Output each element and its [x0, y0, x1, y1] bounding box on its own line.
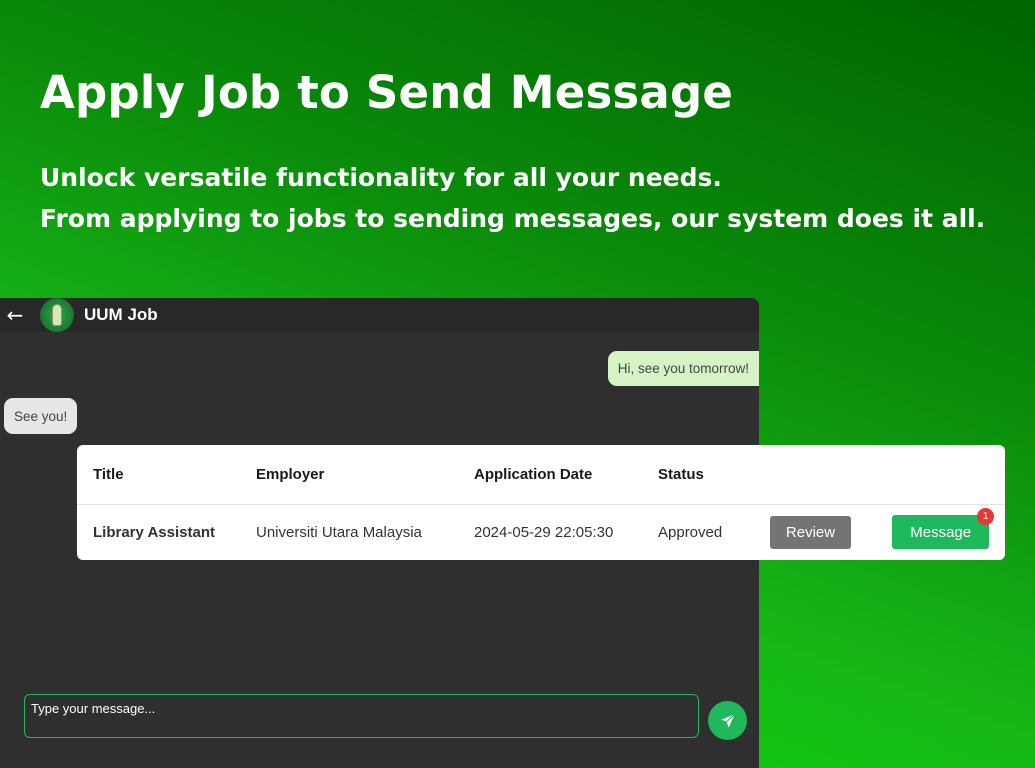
chat-header: ← UUM Job	[0, 298, 759, 332]
review-button[interactable]: Review	[770, 515, 851, 549]
message-bubble-sent: Hi, see you tomorrow!	[607, 351, 759, 386]
job-title-cell: Library Assistant	[93, 523, 215, 541]
unread-count-badge: 1	[977, 508, 995, 526]
column-header-title: Title	[77, 445, 256, 505]
table-header-row: Title Employer Application Date Status	[77, 445, 1005, 505]
message-bubble-received: See you!	[4, 398, 78, 434]
message-button[interactable]: Message	[892, 515, 990, 550]
uum-logo	[40, 298, 74, 332]
arrow-left-icon[interactable]: ←	[0, 298, 30, 332]
send-button[interactable]	[708, 701, 747, 740]
application-date-cell: 2024-05-29 22:05:30	[474, 523, 614, 541]
hero-subtitle-line-2: From applying to jobs to sending message…	[40, 204, 986, 233]
application-table-card: Title Employer Application Date Status L…	[77, 445, 1005, 560]
app-name: UUM Job	[84, 305, 158, 324]
employer-cell: Universiti Utara Malaysia	[256, 523, 422, 541]
message-input[interactable]	[24, 694, 699, 738]
column-header-employer: Employer	[256, 445, 474, 505]
hero-title: Apply Job to Send Message	[40, 66, 734, 119]
hero-subtitle-line-1: Unlock versatile functionality for all y…	[40, 163, 722, 192]
status-cell: Approved	[658, 523, 723, 541]
table-row: Library Assistant Universiti Utara Malay…	[77, 504, 1005, 560]
actions-cell: Review Message 1	[770, 504, 1005, 560]
logo-emblem	[52, 304, 62, 326]
message-button-wrapper: Message 1	[892, 508, 995, 550]
application-table: Title Employer Application Date Status L…	[77, 445, 1005, 560]
column-header-actions	[770, 445, 1005, 505]
paper-plane-icon	[720, 713, 735, 728]
column-header-date: Application Date	[474, 445, 658, 505]
column-header-status: Status	[658, 445, 770, 505]
hero-subtitle: Unlock versatile functionality for all y…	[40, 157, 985, 239]
